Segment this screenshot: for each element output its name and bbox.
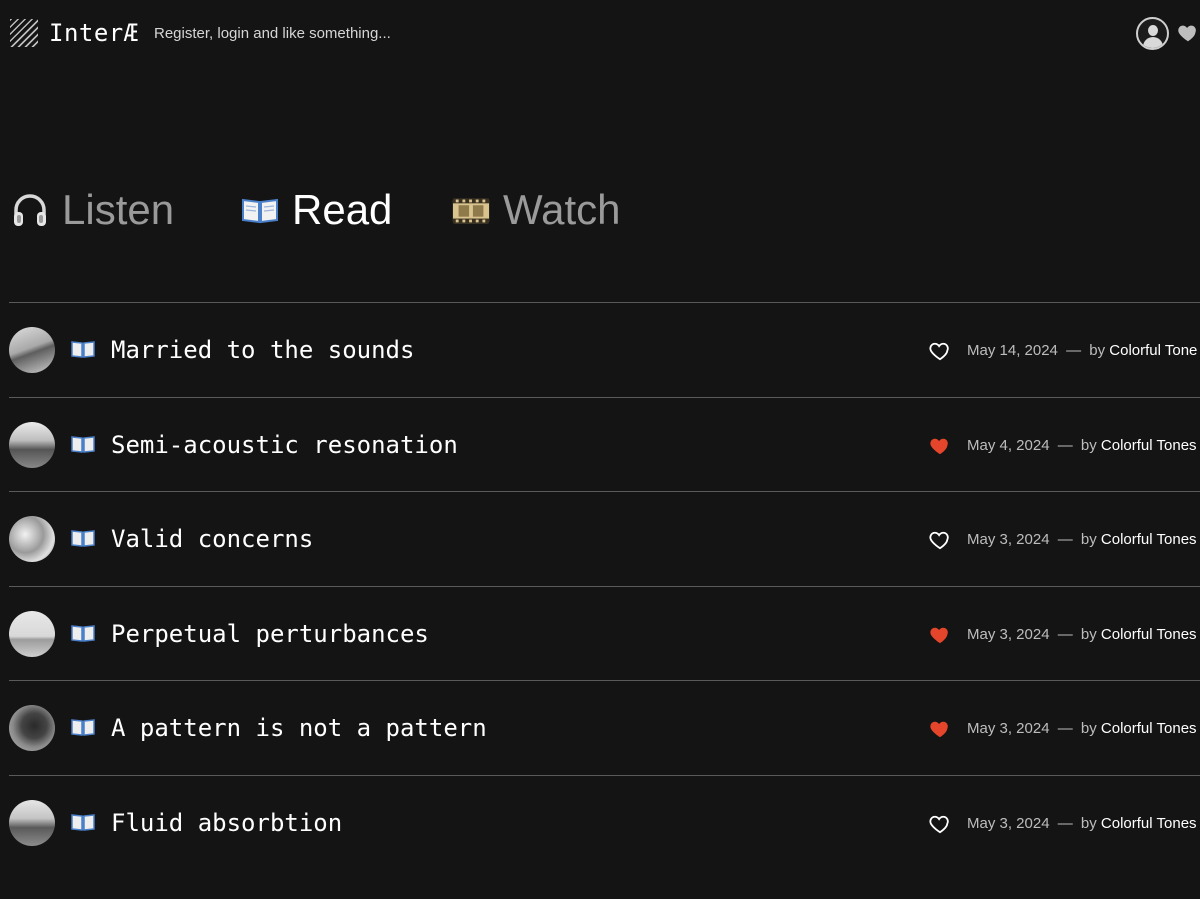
- meta-by: by: [1089, 342, 1106, 359]
- headphones-icon: [14, 194, 46, 226]
- item-author-link[interactable]: Colorful Tones: [1101, 815, 1197, 832]
- open-book-icon: [71, 624, 95, 642]
- meta-dash: —: [1057, 625, 1073, 643]
- item-author-link[interactable]: Colorful Tones: [1101, 626, 1197, 643]
- item-meta: May 4, 2024 — by Colorful Tones: [967, 437, 1197, 455]
- list-item[interactable]: Married to the sounds May 14, 2024 — by …: [9, 302, 1200, 397]
- film-icon: [452, 198, 490, 224]
- item-meta: May 3, 2024 — by Colorful Tones: [967, 626, 1197, 644]
- tab-read[interactable]: Read: [240, 182, 392, 238]
- tab-label: Watch: [503, 186, 621, 233]
- meta-dash: —: [1057, 814, 1073, 832]
- list-item[interactable]: Perpetual perturbances May 3, 2024 — by …: [9, 585, 1200, 681]
- heart-outline-icon[interactable]: [929, 341, 951, 361]
- meta-dash: —: [1057, 531, 1073, 548]
- heart-outline-icon[interactable]: [929, 530, 951, 550]
- meta-dash: —: [1057, 436, 1073, 454]
- item-date: May 14, 2024: [967, 342, 1058, 359]
- item-thumbnail: [9, 799, 55, 846]
- item-author-link[interactable]: Colorful Tones: [1101, 437, 1197, 454]
- item-author-link[interactable]: Colorful Tone: [1109, 342, 1197, 359]
- open-book-icon: [71, 719, 95, 736]
- item-thumbnail: [9, 705, 55, 751]
- item-date: May 3, 2024: [967, 814, 1050, 832]
- item-date: May 3, 2024: [967, 625, 1050, 643]
- meta-by: by: [1080, 436, 1097, 454]
- item-date: May 4, 2024: [967, 436, 1050, 454]
- top-bar: InterÆ Register, login and like somethin…: [0, 0, 1200, 68]
- heart-filled-icon[interactable]: [929, 625, 951, 645]
- tab-watch[interactable]: Watch: [451, 182, 620, 238]
- item-meta: May 3, 2024 — by Colorful Tones: [967, 815, 1197, 833]
- item-date: May 3, 2024: [967, 531, 1050, 548]
- heart-filled-icon[interactable]: [929, 719, 951, 739]
- item-author-link[interactable]: Colorful Tones: [1101, 720, 1197, 737]
- heart-filled-icon[interactable]: [929, 436, 951, 456]
- item-thumbnail: [9, 327, 55, 373]
- category-tabs: Listen Read Watch: [10, 182, 1200, 238]
- avatar-body: [1143, 37, 1163, 48]
- open-book-icon: [71, 435, 95, 453]
- item-title[interactable]: Perpetual perturbances: [111, 619, 429, 649]
- item-thumbnail: [9, 610, 55, 657]
- heart-outline-icon[interactable]: [929, 814, 951, 834]
- avatar-head: [1148, 25, 1158, 36]
- list-item[interactable]: Fluid absorbtion May 3, 2024 — by Colorf…: [9, 774, 1200, 870]
- item-meta: May 14, 2024 — by Colorful Tone: [967, 342, 1197, 360]
- item-date: May 3, 2024: [967, 720, 1050, 737]
- item-title[interactable]: Valid concerns: [111, 524, 313, 554]
- item-title[interactable]: A pattern is not a pattern: [111, 713, 487, 743]
- meta-by: by: [1080, 814, 1097, 832]
- open-book-icon: [71, 530, 95, 547]
- open-book-icon: [242, 198, 278, 224]
- tab-label: Read: [292, 186, 393, 233]
- item-list: Married to the sounds May 14, 2024 — by …: [9, 302, 1200, 869]
- tab-listen[interactable]: Listen: [10, 182, 174, 238]
- item-meta: May 3, 2024 — by Colorful Tones: [967, 531, 1197, 549]
- meta-by: by: [1080, 531, 1097, 548]
- open-book-icon: [71, 341, 95, 358]
- item-title[interactable]: Fluid absorbtion: [111, 808, 342, 838]
- list-item[interactable]: Valid concerns May 3, 2024 — by Colorful…: [9, 491, 1200, 586]
- item-author-link[interactable]: Colorful Tones: [1101, 531, 1197, 548]
- item-thumbnail: [9, 516, 55, 562]
- meta-by: by: [1080, 720, 1097, 737]
- logo-stripes-icon[interactable]: [10, 19, 38, 47]
- meta-by: by: [1080, 625, 1097, 643]
- meta-dash: —: [1066, 342, 1082, 359]
- item-thumbnail: [9, 421, 55, 468]
- site-logo[interactable]: InterÆ: [49, 18, 139, 48]
- list-item[interactable]: A pattern is not a pattern May 3, 2024 —…: [9, 680, 1200, 775]
- item-meta: May 3, 2024 — by Colorful Tones: [967, 720, 1197, 738]
- meta-dash: —: [1057, 720, 1073, 737]
- item-title[interactable]: Married to the sounds: [111, 335, 414, 365]
- list-item[interactable]: Semi-acoustic resonation May 4, 2024 — b…: [9, 396, 1200, 492]
- user-avatar-button[interactable]: [1136, 17, 1169, 50]
- heart-icon[interactable]: [1177, 22, 1199, 44]
- open-book-icon: [71, 813, 95, 831]
- tagline: Register, login and like something...: [154, 25, 391, 42]
- item-title[interactable]: Semi-acoustic resonation: [111, 430, 458, 460]
- tab-label: Listen: [62, 186, 175, 233]
